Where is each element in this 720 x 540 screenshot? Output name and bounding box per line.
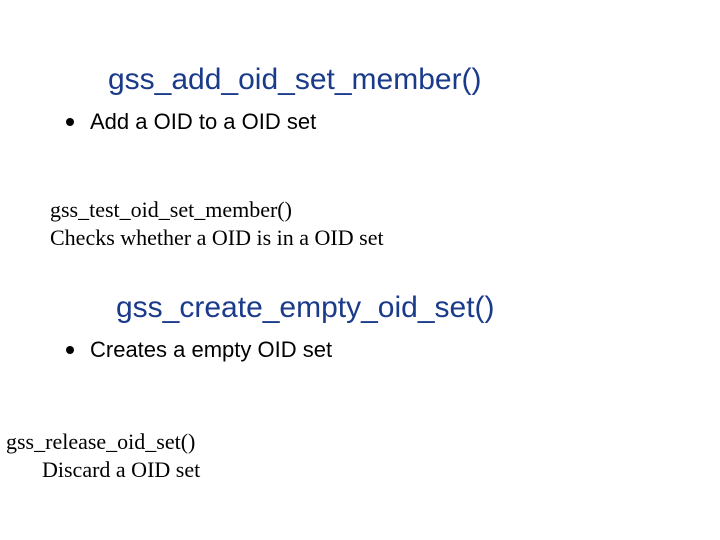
heading-add-oid-set-member: gss_add_oid_set_member()	[108, 62, 482, 98]
plain-body-test: Checks whether a OID is in a OID set	[50, 224, 384, 252]
heading-create-empty-oid-set: gss_create_empty_oid_set()	[116, 290, 495, 326]
plain-heading-release: gss_release_oid_set()	[6, 428, 200, 456]
bullet-item-create: Creates a empty OID set	[66, 336, 332, 364]
plain-section-test: gss_test_oid_set_member() Checks whether…	[50, 196, 384, 251]
bullet-item-add: Add a OID to a OID set	[66, 108, 316, 136]
bullet-icon	[66, 346, 74, 354]
bullet-icon	[66, 118, 74, 126]
plain-section-release: gss_release_oid_set() Discard a OID set	[6, 428, 200, 483]
plain-body-release: Discard a OID set	[42, 456, 200, 484]
slide: gss_add_oid_set_member() Add a OID to a …	[0, 0, 720, 540]
plain-heading-test: gss_test_oid_set_member()	[50, 196, 384, 224]
bullet-text-create: Creates a empty OID set	[90, 336, 332, 364]
bullet-text-add: Add a OID to a OID set	[90, 108, 316, 136]
